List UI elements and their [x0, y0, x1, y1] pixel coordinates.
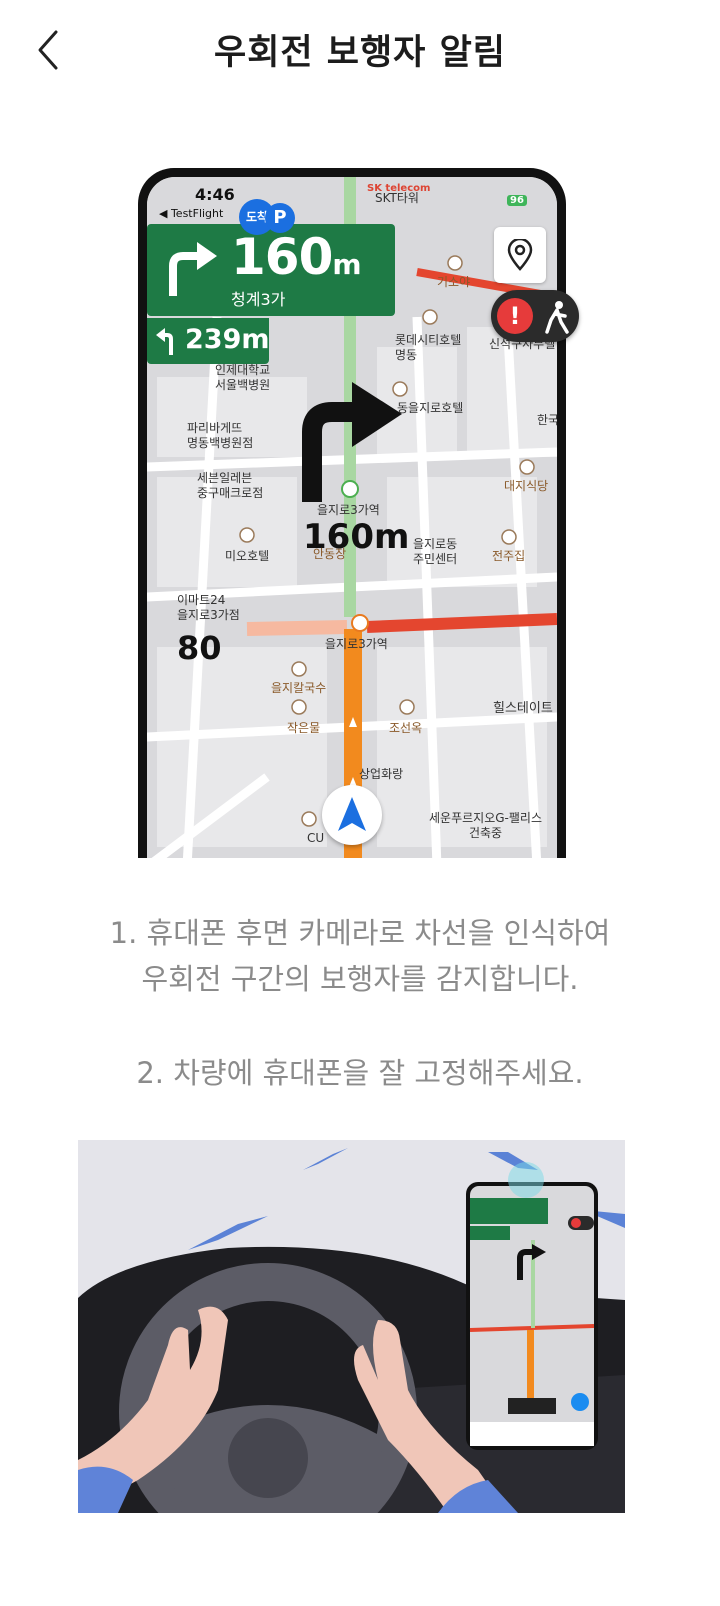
- map-label: 파리바게뜨 명동백병원점: [187, 421, 254, 450]
- turn-right-icon: [169, 242, 217, 296]
- turn-left-icon: [156, 328, 173, 355]
- primary-road-name: 청계3가: [231, 290, 286, 309]
- map-label: 대지식당: [504, 479, 549, 493]
- primary-distance: 160m: [231, 228, 362, 286]
- map-label: 인제대학교 서울백병원: [215, 363, 271, 392]
- map-label: 이마트24 을지로3가점: [177, 593, 240, 622]
- map-label: 세븐일레븐 중구매크로점: [197, 471, 264, 500]
- status-battery: 96: [507, 195, 527, 206]
- map-label: 상업화랑: [359, 767, 404, 781]
- navigation-arrow-icon: [338, 797, 366, 831]
- map-label: 힐스테이트: [493, 701, 553, 716]
- map-label: 을지로동 주민센터: [413, 537, 458, 566]
- speed-limit-label: 80: [177, 629, 222, 667]
- secondary-distance: 239m: [185, 324, 270, 355]
- map-label: 세운푸르지오G-팰리스 건축중: [429, 811, 542, 840]
- turn-guidance-secondary: 239m: [147, 318, 270, 364]
- location-pin-icon: [507, 239, 533, 271]
- map-label: 기소야: [437, 275, 471, 289]
- map-label: 한국: [537, 413, 557, 427]
- map-label: 을지로3가역: [325, 637, 388, 651]
- header: 우회전 보행자 알림: [0, 0, 720, 100]
- navigation-preview-phone: 4:46 ◀ TestFlight SK telecom 96 160m 청계3…: [138, 168, 566, 858]
- navigate-button[interactable]: [322, 785, 382, 845]
- dashboard-scene-image: [78, 1140, 625, 1513]
- warning-icon: !: [497, 298, 533, 334]
- map-label: 동을지로호텔: [397, 401, 464, 415]
- parking-chip[interactable]: P: [265, 203, 295, 233]
- map-label: 조선옥: [389, 721, 423, 735]
- map-label: 작은물: [287, 721, 321, 735]
- map-label: 전주집: [492, 549, 526, 563]
- map-label: CU: [307, 831, 325, 845]
- description-line-1b: 우회전 구간의 보행자를 감지합니다.: [141, 962, 579, 996]
- map-label: 을지칼국수: [271, 681, 327, 695]
- map-label: SKT타워: [375, 191, 419, 205]
- map-label: 을지로3가역: [317, 503, 380, 517]
- pedestrian-warning-badge: !: [491, 290, 579, 342]
- location-button[interactable]: [494, 227, 546, 283]
- navigation-screen: 4:46 ◀ TestFlight SK telecom 96 160m 청계3…: [147, 177, 557, 858]
- map-label: 롯데시티호텔 명동: [395, 333, 462, 362]
- pedestrian-warning-icon: [545, 301, 569, 334]
- page-title: 우회전 보행자 알림: [214, 33, 506, 73]
- driving-illustration: [78, 1140, 625, 1513]
- turn-guidance-primary: 160m 청계3가: [147, 224, 395, 316]
- description-line-2: 2. 차량에 휴대폰을 잘 고정해주세요.: [136, 1056, 584, 1090]
- description-line-1: 1. 휴대폰 후면 카메라로 차선을 인식하여: [109, 916, 611, 950]
- status-back-app[interactable]: ◀ TestFlight: [159, 207, 223, 220]
- status-time: 4:46: [195, 185, 235, 204]
- map-label: 미오호텔: [225, 549, 270, 563]
- map-label: 안동장: [313, 547, 347, 561]
